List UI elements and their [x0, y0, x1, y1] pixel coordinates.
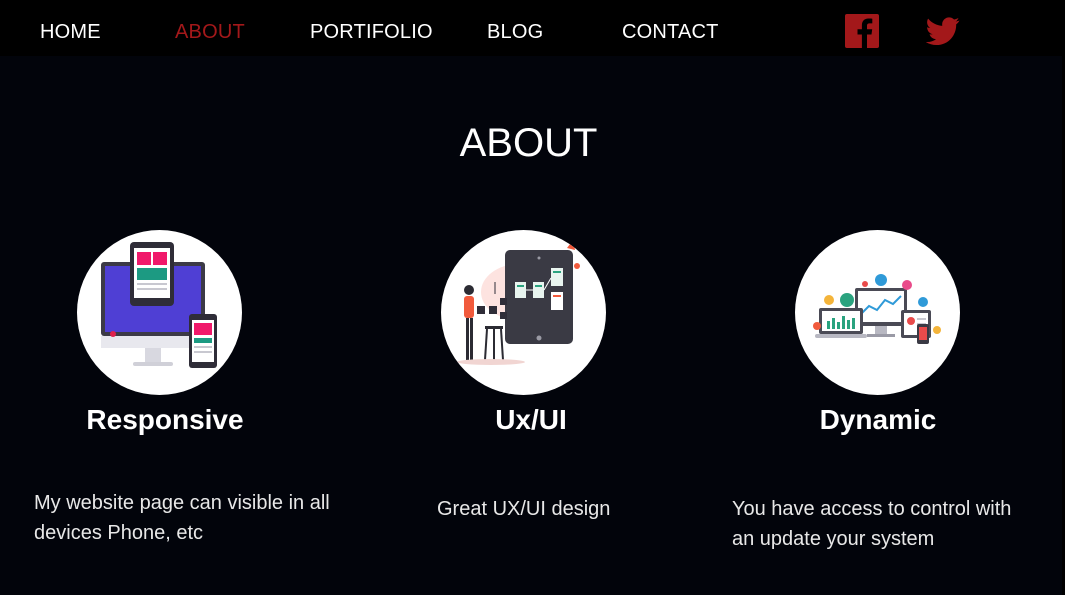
- ux-ui-design-icon: [441, 230, 606, 395]
- feature-title-ux-ui: Ux/UI: [495, 404, 567, 435]
- feature-title-responsive: Responsive: [86, 404, 244, 435]
- nav-home[interactable]: HOME: [40, 20, 101, 44]
- feature-desc-dynamic: You have access to control with an updat…: [732, 498, 1012, 550]
- nav-portifolio[interactable]: PORTIFOLIO: [310, 20, 433, 44]
- dynamic-dashboard-icon: [795, 230, 960, 395]
- page-title: ABOUT: [459, 120, 598, 165]
- feature-desc-ux-ui: Great UX/UI design: [437, 498, 611, 520]
- feature-desc-responsive: My website page can visible in all devic…: [34, 492, 330, 544]
- feature-title-dynamic: Dynamic: [819, 404, 937, 435]
- about-section: ABOUT Responsive My website page can vis…: [0, 56, 1062, 595]
- top-nav: HOME ABOUT PORTIFOLIO BLOG CONTACT: [0, 0, 1065, 56]
- nav-contact[interactable]: CONTACT: [622, 20, 719, 44]
- nav-about[interactable]: ABOUT: [175, 20, 245, 44]
- facebook-icon[interactable]: [845, 14, 879, 48]
- twitter-icon[interactable]: [925, 14, 960, 48]
- nav-blog[interactable]: BLOG: [487, 20, 543, 44]
- responsive-devices-icon: [77, 230, 242, 395]
